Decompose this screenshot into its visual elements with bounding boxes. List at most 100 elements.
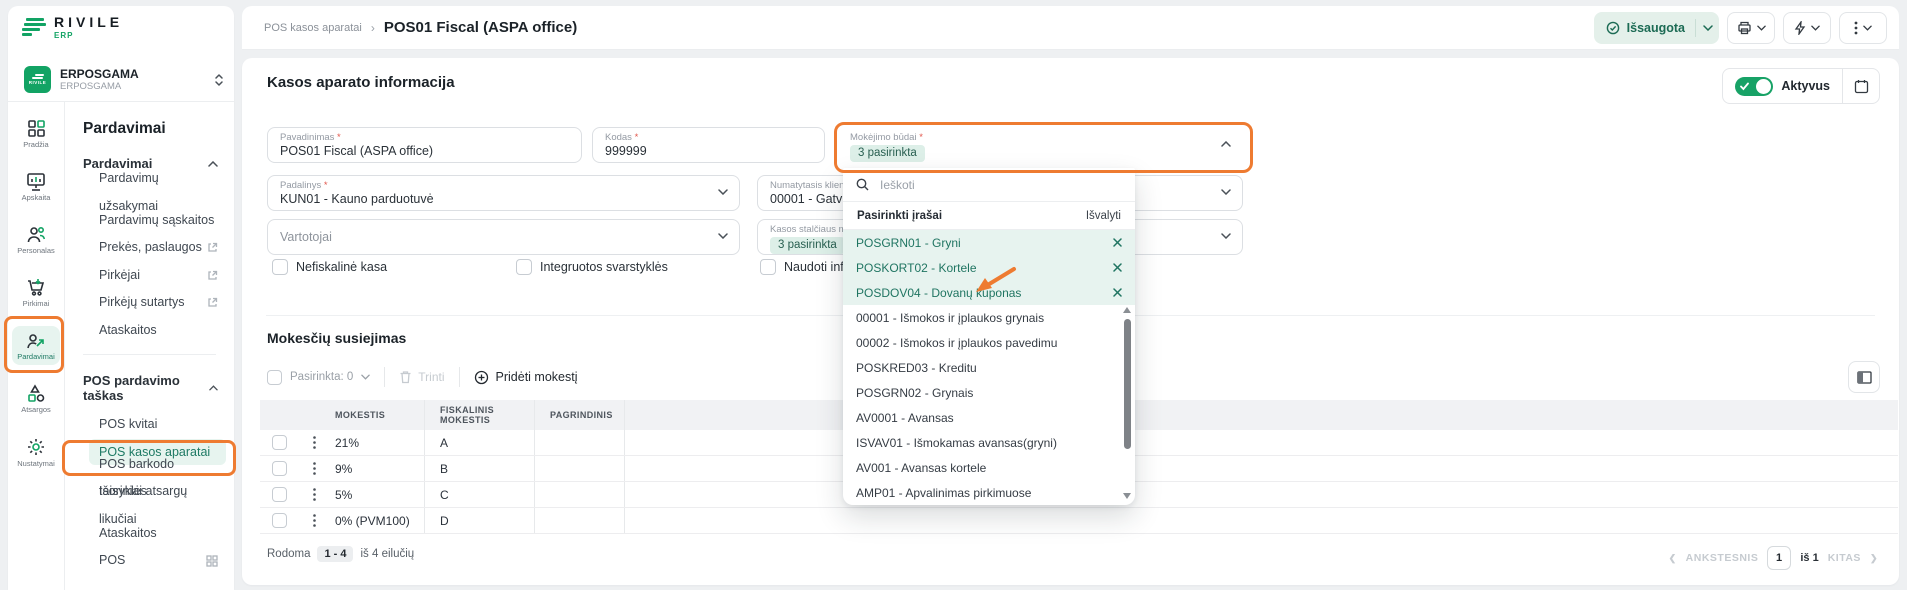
row-checkbox[interactable]	[272, 487, 287, 502]
clear-all-button[interactable]: Išvalyti	[1086, 210, 1121, 222]
prev-page-button[interactable]: ANKSTESNIS	[1686, 552, 1759, 564]
dropdown-option[interactable]: AV0001 - Avansas	[843, 405, 1135, 430]
sidebar-item-pirkejai[interactable]: Pirkėjai	[65, 262, 234, 290]
sidebar-item-pardavimu-uzsakymai[interactable]: Pardavimų užsakymai	[65, 179, 234, 207]
row-menu-button[interactable]	[298, 436, 330, 449]
saved-button[interactable]: Išsaugota	[1594, 12, 1719, 44]
row-menu-button[interactable]	[298, 514, 330, 527]
selected-option[interactable]: POSDOV04 - Dovanų kuponas	[843, 280, 1135, 305]
selected-records-label: Pasirinkti įrašai	[857, 210, 942, 222]
toggle-on-icon	[1735, 77, 1773, 96]
rail-item-pradzia[interactable]: Pradžia	[12, 114, 60, 153]
current-page-input[interactable]: 1	[1767, 546, 1791, 570]
row-checkbox[interactable]	[272, 513, 287, 528]
dropdown-option[interactable]: POSGRN02 - Grynais	[843, 380, 1135, 405]
sidebar: RIVILE ERP RIVILE ERPOSGAMA ERPOSGAMA	[8, 6, 234, 590]
rail-item-nustatymai[interactable]: Nustatymai	[12, 432, 60, 472]
payment-methods-dropdown: Pasirinkti įrašai Išvalyti POSGRN01 - Gr…	[843, 168, 1135, 505]
company-badge-text: RIVILE	[29, 80, 47, 85]
sidebar-item-isoriniai-atsargu-likuciai[interactable]: Išoriniai atsargų likučiai	[65, 492, 234, 520]
dropdown-option[interactable]: 00001 - Išmokos ir įplaukos grynais	[843, 305, 1135, 330]
remove-icon[interactable]	[1113, 263, 1122, 272]
cell-pagrindinis	[535, 456, 625, 481]
chart-board-icon	[26, 172, 46, 191]
row-menu-button[interactable]	[298, 488, 330, 501]
row-checkbox[interactable]	[272, 461, 287, 476]
selected-option[interactable]: POSGRN01 - Gryni	[843, 230, 1135, 255]
rivile-logo-icon	[22, 18, 46, 36]
remove-icon[interactable]	[1113, 288, 1122, 297]
brand-name: RIVILE	[54, 14, 123, 30]
rail-item-pardavimai[interactable]: Pardavimai	[12, 326, 60, 365]
sidebar-item-pirkeju-sutartys[interactable]: Pirkėjų sutartys	[65, 289, 234, 317]
row-checkbox[interactable]	[272, 435, 287, 450]
page-title: POS01 Fiscal (ASPA office)	[384, 19, 577, 36]
actions-button[interactable]	[1783, 12, 1831, 44]
sidebar-item-pos[interactable]: POS	[65, 547, 234, 575]
sidebar-page-title: Pardavimai	[65, 114, 234, 148]
sidebar-item-pardavimu-saskaitos[interactable]: Pardavimų sąskaitos	[65, 207, 234, 235]
dropdown-option[interactable]: AMP01 - Apvalinimas pirkimuose	[843, 480, 1135, 505]
icon-rail: Pradžia Apskaita Personalas	[8, 102, 65, 590]
required-asterisk: *	[919, 132, 923, 143]
col-header-pagrindinis: PAGRINDINIS	[535, 400, 625, 430]
rail-item-personalas[interactable]: Personalas	[12, 220, 60, 259]
chevron-down-icon[interactable]	[1221, 189, 1231, 195]
dropdown-option[interactable]: 00002 - Išmokos ir įplaukos pavedimu	[843, 330, 1135, 355]
scroll-down-icon[interactable]	[1123, 493, 1131, 499]
shapes-icon	[26, 384, 46, 403]
sidebar-item-pos-kvitai[interactable]: POS kvitai	[65, 411, 234, 439]
print-button[interactable]	[1727, 12, 1775, 44]
required-asterisk: *	[324, 180, 328, 191]
chevron-down-icon[interactable]	[718, 233, 728, 239]
active-toggle[interactable]: Aktyvus	[1723, 77, 1842, 96]
topbar: POS kasos aparatai › POS01 Fiscal (ASPA …	[242, 6, 1899, 50]
integruotos-svarstykles-checkbox[interactable]: Integruotos svarstyklės	[516, 259, 668, 275]
chevron-down-icon[interactable]	[1221, 233, 1231, 239]
selected-option[interactable]: POSKORT02 - Kortele	[843, 255, 1135, 280]
rail-item-atsargos[interactable]: Atsargos	[12, 379, 60, 418]
sidebar-item-ataskaitos-1[interactable]: Ataskaitos	[65, 317, 234, 345]
next-arrow-icon: ❯	[1870, 553, 1878, 564]
company-selector[interactable]: RIVILE ERPOSGAMA ERPOSGAMA	[8, 58, 234, 102]
delete-button[interactable]: Trinti	[399, 370, 444, 384]
breadcrumb-parent[interactable]: POS kasos aparatai	[264, 22, 362, 34]
dropdown-search[interactable]	[843, 168, 1135, 202]
remove-icon[interactable]	[1113, 238, 1122, 247]
dropdown-option[interactable]: AV001 - Avansas kortele	[843, 455, 1135, 480]
mokejimo-budai-field[interactable]: Mokėjimo būdai * 3 pasirinkta	[837, 127, 1243, 163]
naudoti-info-checkbox[interactable]: Naudoti info	[760, 259, 851, 275]
page-count: iš 1	[1800, 552, 1818, 564]
scroll-up-icon[interactable]	[1123, 307, 1131, 313]
toolbar-divider	[459, 367, 460, 387]
more-menu-button[interactable]	[1839, 12, 1887, 44]
chevron-down-icon[interactable]	[1703, 25, 1713, 31]
rail-item-pirkimai[interactable]: Pirkimai	[12, 273, 60, 312]
calendar-icon	[1854, 79, 1869, 94]
row-menu-button[interactable]	[298, 462, 330, 475]
dropdown-scrollbar[interactable]	[1123, 307, 1132, 499]
required-asterisk: *	[635, 132, 639, 143]
check-circle-icon	[1606, 21, 1620, 35]
vartotojai-field[interactable]: Vartotojai	[267, 219, 740, 255]
chevron-up-icon[interactable]	[1221, 141, 1231, 147]
sidebar-item-prekes-paslaugos[interactable]: Prekės, paslaugos	[65, 234, 234, 262]
search-input[interactable]	[878, 177, 1082, 193]
rail-item-apskaita[interactable]: Apskaita	[12, 167, 60, 206]
padalinys-field[interactable]: Padalinys * KUN01 - Kauno parduotuvė	[267, 175, 740, 211]
kodas-label: Kodas	[605, 132, 632, 143]
nefiskaline-kasa-checkbox[interactable]: Nefiskalinė kasa	[272, 259, 387, 275]
column-settings-button[interactable]	[1848, 361, 1880, 393]
menu-group-pos[interactable]: POS pardavimo taškas	[65, 365, 234, 411]
calendar-button[interactable]	[1842, 69, 1879, 103]
company-switch-icon	[214, 73, 224, 87]
pavadinimas-field[interactable]: Pavadinimas * POS01 Fiscal (ASPA office)	[267, 127, 582, 163]
dropdown-option[interactable]: ISVAV01 - Išmokamas avansas(gryni)	[843, 430, 1135, 455]
chevron-down-icon[interactable]	[718, 189, 728, 195]
kodas-field[interactable]: Kodas * 999999	[592, 127, 825, 163]
add-tax-button[interactable]: Pridėti mokestį	[474, 370, 578, 385]
scrollbar-thumb[interactable]	[1124, 319, 1131, 449]
dropdown-option[interactable]: POSKRED03 - Kreditu	[843, 355, 1135, 380]
selected-count-control[interactable]: Pasirinkta: 0	[267, 370, 370, 385]
next-page-button[interactable]: KITAS	[1828, 552, 1861, 564]
